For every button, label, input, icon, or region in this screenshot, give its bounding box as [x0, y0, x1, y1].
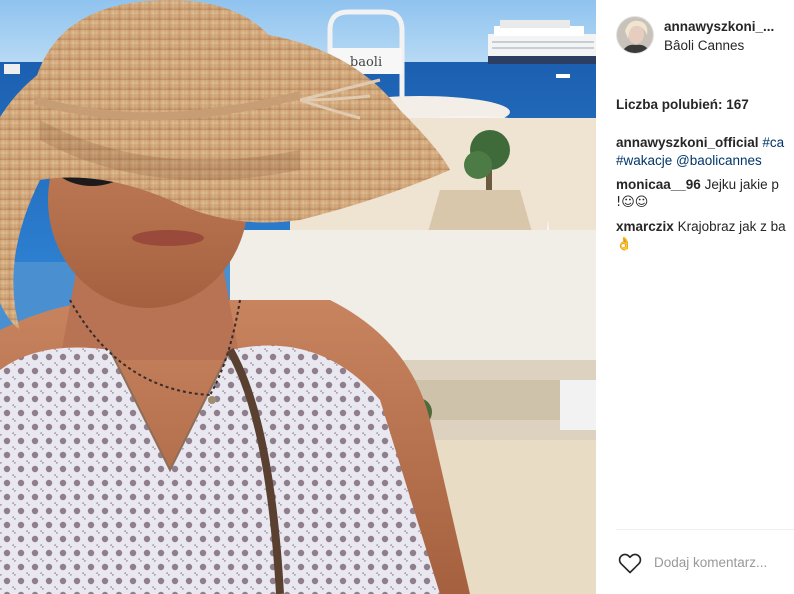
username-link[interactable]: annawyszkoni_...	[664, 19, 774, 34]
post-header: annawyszkoni_... Bâoli Cannes	[596, 0, 794, 70]
comment-author[interactable]: xmarczix	[616, 219, 674, 234]
comment-input[interactable]	[654, 552, 794, 572]
comment-item: monicaa__96 Jejku jakie p !☺☺	[616, 176, 794, 212]
post-sidebar: annawyszkoni_... Bâoli Cannes Liczba pol…	[596, 0, 794, 594]
avatar-image	[617, 17, 653, 53]
post-footer	[596, 530, 794, 594]
photo-illustration: baoli	[0, 0, 596, 594]
location-link[interactable]: Bâoli Cannes	[664, 38, 744, 53]
comment-emoji-line: !☺☺	[616, 195, 649, 210]
comment-author[interactable]: monicaa__96	[616, 177, 701, 192]
comment-hashtag[interactable]: #ca	[762, 135, 784, 150]
likes-count[interactable]: Liczba polubień: 167	[616, 97, 749, 112]
comment-second-line: #wakacje @baolicannes	[616, 152, 794, 170]
comment-hashtag[interactable]: #wakacje	[616, 153, 672, 168]
post-photo[interactable]: baoli	[0, 0, 596, 594]
comment-author[interactable]: annawyszkoni_official	[616, 135, 759, 150]
svg-text:baoli: baoli	[350, 55, 382, 70]
comment-item: annawyszkoni_official #ca #wakacje @baol…	[616, 134, 794, 170]
avatar[interactable]	[616, 16, 654, 54]
comment-item: xmarczix Krajobraz jak z ba 👌	[616, 218, 794, 254]
comment-mention[interactable]: @baolicannes	[676, 153, 762, 168]
cruise-ship	[488, 20, 596, 64]
heart-outline-icon[interactable]	[618, 552, 642, 574]
comments-list: annawyszkoni_official #ca #wakacje @baol…	[616, 134, 794, 260]
comment-emoji-line: 👌	[616, 237, 633, 252]
comment-text: Krajobraz jak z ba	[677, 219, 786, 234]
instagram-post: baoli annawyszkoni_... Bâoli Cannes Licz…	[0, 0, 794, 594]
comment-text: Jejku jakie p	[704, 177, 779, 192]
